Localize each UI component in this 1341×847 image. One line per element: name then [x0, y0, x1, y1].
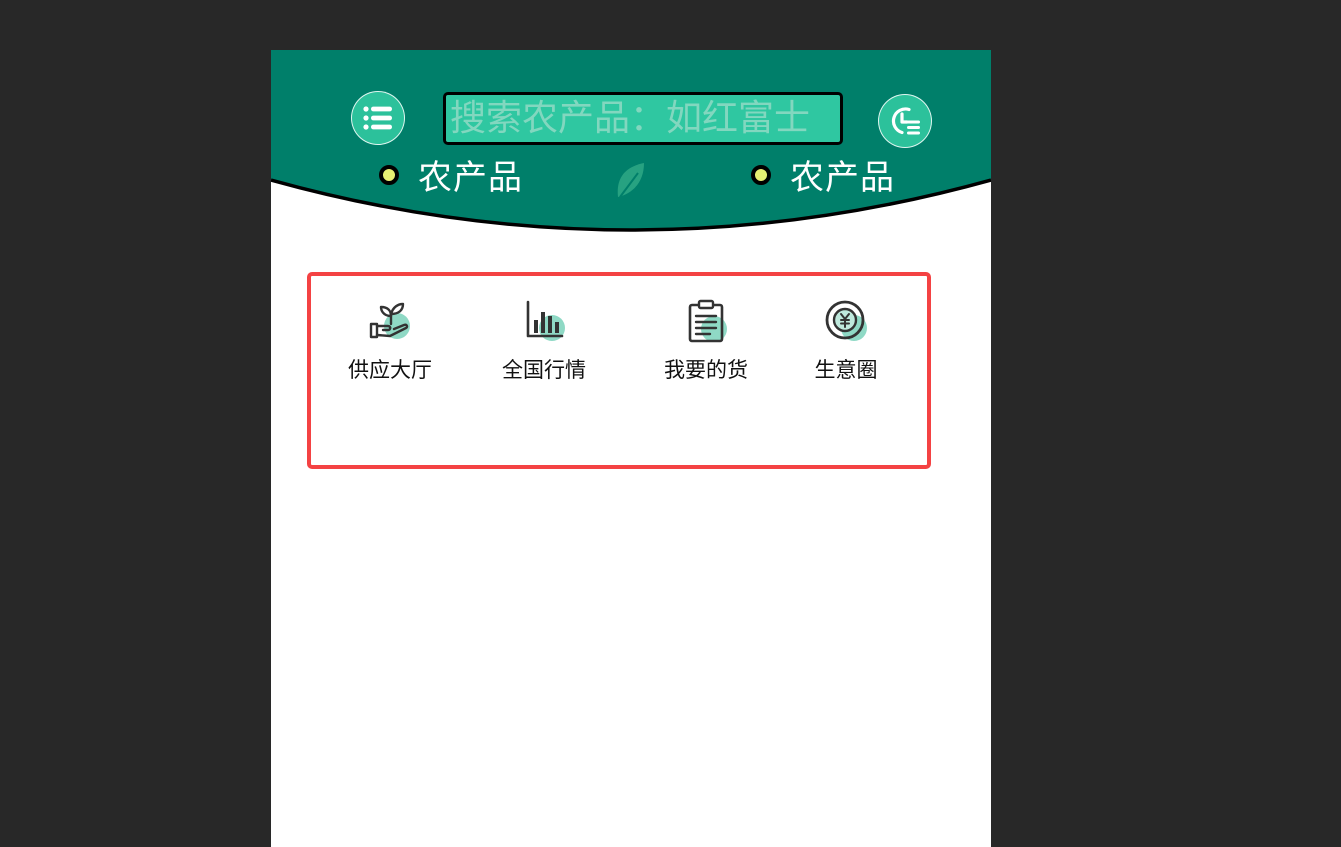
nav-label: 生意圈 [814, 358, 878, 382]
menu-list-icon [363, 106, 392, 130]
hand-plant-icon [369, 302, 410, 339]
quick-nav-panel: 供应大厅 全国行情 我要的货 生意圈 [307, 272, 931, 469]
app-screen: 农产品 农产品 供应大厅 [271, 50, 991, 847]
search-input[interactable] [450, 95, 840, 142]
category-tab-right[interactable]: 农产品 [751, 150, 895, 199]
clock-list-icon [891, 107, 920, 135]
yen-coin-icon [825, 300, 867, 341]
category-label: 农产品 [418, 158, 523, 198]
category-tab-left[interactable]: 农产品 [379, 150, 523, 199]
search-bar [443, 92, 843, 145]
bullet-dot-icon [379, 164, 399, 185]
header-background [271, 50, 991, 232]
nav-national-market[interactable]: 全国行情 [479, 294, 609, 384]
bullet-dot-icon [751, 164, 771, 185]
clipboard-icon [688, 299, 727, 343]
menu-button[interactable] [351, 91, 405, 145]
history-button[interactable] [878, 94, 932, 148]
bar-chart-icon [526, 300, 565, 341]
nav-label: 我要的货 [664, 358, 748, 382]
nav-my-goods[interactable]: 我要的货 [641, 294, 771, 384]
category-label: 农产品 [790, 158, 895, 198]
nav-business-circle[interactable]: 生意圈 [781, 294, 911, 384]
nav-supply-hall[interactable]: 供应大厅 [325, 294, 455, 384]
leaf-icon [617, 163, 644, 198]
nav-label: 全国行情 [502, 358, 586, 382]
nav-label: 供应大厅 [348, 358, 432, 382]
